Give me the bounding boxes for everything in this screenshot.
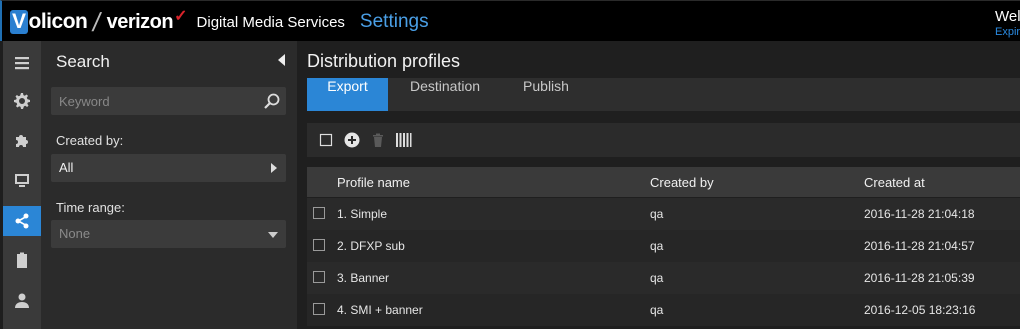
table-row[interactable]: 4. SMI + banner qa 2016-12-05 18:23:16	[307, 294, 1020, 326]
table-row[interactable]: 2. DFXP sub qa 2016-11-28 21:04:57	[307, 230, 1020, 262]
columns-icon[interactable]	[395, 132, 412, 148]
trash-icon[interactable]	[370, 132, 386, 148]
share-icon[interactable]	[3, 206, 41, 236]
tab-export[interactable]: Export	[307, 78, 388, 111]
keyword-search-box	[51, 87, 286, 115]
tab-bar: Export Destination Publish	[307, 78, 1020, 111]
column-created-by[interactable]: Created by	[650, 175, 714, 190]
column-profile-name[interactable]: Profile name	[337, 175, 410, 190]
profile-name-cell: 1. Simple	[337, 207, 388, 221]
verizon-check-icon: ✓	[174, 8, 188, 25]
chevron-right-icon	[271, 163, 277, 173]
volicon-logo-mark: V	[10, 10, 28, 34]
row-checkbox[interactable]	[313, 207, 325, 219]
created-at-cell: 2016-11-28 21:04:57	[864, 239, 975, 253]
created-at-cell: 2016-11-28 21:05:39	[864, 271, 975, 285]
search-panel: Search Created by: All Time range: None	[41, 41, 297, 329]
user-icon[interactable]	[3, 285, 41, 315]
product-name: Digital Media Services	[196, 13, 345, 31]
toolbar	[307, 123, 1020, 157]
created-by-value: All	[59, 160, 74, 175]
created-by-cell: qa	[650, 271, 664, 285]
time-range-value: None	[59, 226, 91, 241]
profile-name-cell: 2. DFXP sub	[337, 239, 405, 253]
tab-publish[interactable]: Publish	[512, 78, 580, 111]
logo-separator: /	[90, 6, 104, 37]
row-checkbox[interactable]	[313, 303, 325, 315]
main-content: Distribution profiles Export Destination…	[297, 41, 1020, 329]
table-row[interactable]: 3. Banner qa 2016-11-28 21:05:39	[307, 262, 1020, 294]
volicon-logo: Volicon	[10, 10, 88, 34]
search-icon[interactable]	[264, 93, 280, 109]
created-by-cell: qa	[650, 303, 664, 317]
time-range-select[interactable]: None	[51, 220, 286, 248]
time-range-label: Time range:	[56, 200, 125, 215]
monitor-icon[interactable]	[3, 165, 41, 195]
tab-destination[interactable]: Destination	[398, 78, 492, 111]
add-icon[interactable]	[344, 132, 360, 148]
clipboard-icon[interactable]	[3, 245, 41, 275]
top-bar: Volicon / verizon ✓ Digital Media Servic…	[0, 0, 1020, 41]
welcome-text: Welc	[995, 8, 1020, 25]
menu-icon[interactable]	[3, 48, 41, 78]
keyword-input[interactable]	[51, 87, 251, 115]
section-title[interactable]: Settings	[360, 11, 429, 33]
page-title: Distribution profiles	[307, 51, 461, 71]
created-by-select[interactable]: All	[51, 154, 286, 182]
profile-name-cell: 3. Banner	[337, 271, 390, 285]
chevron-down-icon	[268, 232, 278, 238]
table-header: Profile name Created by Created at	[307, 167, 1020, 197]
brand: Volicon / verizon ✓ Digital Media Servic…	[10, 7, 429, 37]
column-created-at[interactable]: Created at	[864, 175, 925, 190]
created-by-label: Created by:	[56, 133, 124, 148]
select-all-checkbox[interactable]	[318, 132, 334, 148]
table-row[interactable]: 1. Simple qa 2016-11-28 21:04:18	[307, 198, 1020, 230]
verizon-logo: verizon	[106, 10, 174, 33]
gear-icon[interactable]	[3, 86, 41, 116]
expire-link[interactable]: Expir	[995, 26, 1020, 38]
search-panel-title: Search	[56, 52, 110, 71]
collapse-panel-icon[interactable]	[278, 54, 285, 66]
icon-sidebar	[3, 41, 41, 329]
row-checkbox[interactable]	[313, 239, 325, 251]
puzzle-icon[interactable]	[3, 125, 41, 155]
created-at-cell: 2016-11-28 21:04:18	[864, 207, 975, 221]
created-at-cell: 2016-12-05 18:23:16	[864, 303, 976, 317]
profile-name-cell: 4. SMI + banner	[337, 303, 423, 317]
created-by-cell: qa	[650, 239, 664, 253]
volicon-logo-text: olicon	[28, 10, 88, 33]
row-checkbox[interactable]	[313, 271, 325, 283]
created-by-cell: qa	[650, 207, 664, 221]
